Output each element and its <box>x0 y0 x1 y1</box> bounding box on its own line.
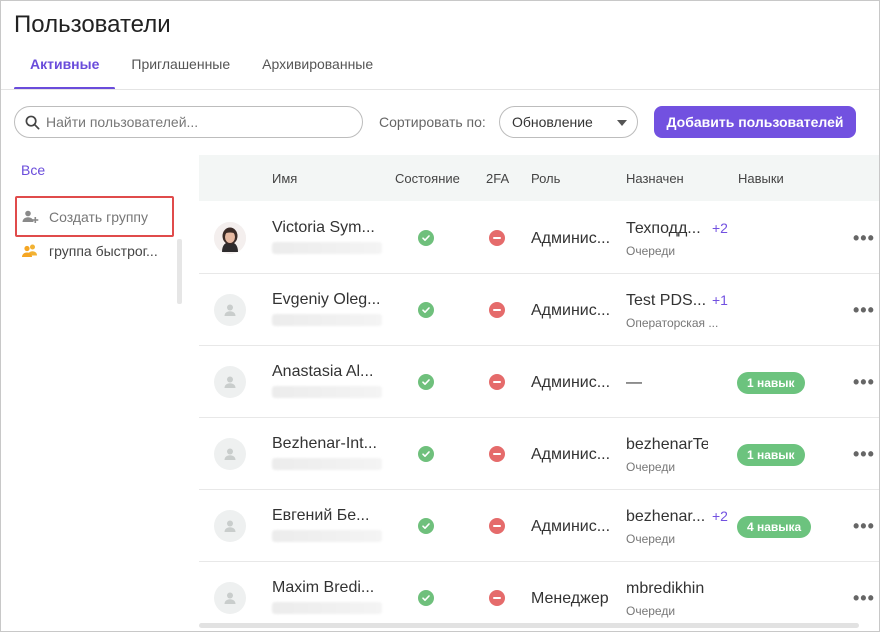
create-group-button[interactable]: Создать группу <box>21 206 148 228</box>
app-window: Пользователи Активные Приглашенные Архив… <box>0 0 880 632</box>
avatar <box>214 510 246 542</box>
user-role: Админис... <box>531 374 611 391</box>
minus-circle-icon <box>489 230 505 246</box>
user-email-redacted <box>272 386 382 398</box>
sidebar-scrollbar[interactable] <box>177 239 182 304</box>
user-name[interactable]: Bezhenar-Int... <box>272 435 382 453</box>
tab-active[interactable]: Активные <box>14 56 116 90</box>
assigned-value: bezhenarTe... <box>626 436 708 453</box>
check-circle-icon <box>418 590 434 606</box>
check-circle-icon <box>418 374 434 390</box>
avatar <box>214 222 246 254</box>
assigned-subtitle: Очереди <box>626 460 676 474</box>
create-group-label: Создать группу <box>49 209 148 225</box>
sidebar-item-all[interactable]: Все <box>21 162 45 178</box>
search-input[interactable] <box>46 114 346 130</box>
user-name[interactable]: Evgeniy Oleg... <box>272 291 382 309</box>
more-horizontal-icon[interactable]: ••• <box>853 228 875 249</box>
table-row[interactable]: Bezhenar-Int... Админис... bezhenarTe... Оч… <box>199 418 879 490</box>
chevron-down-icon <box>617 120 627 126</box>
assigned-more-badge[interactable]: +2 <box>712 220 728 236</box>
avatar <box>214 294 246 326</box>
sort-select[interactable]: Обновление <box>499 106 638 138</box>
user-email-redacted <box>272 530 382 542</box>
tab-archived[interactable]: Архивированные <box>246 56 389 90</box>
assigned-subtitle: Очереди <box>626 244 676 258</box>
minus-circle-icon <box>489 446 505 462</box>
table-row[interactable]: Victoria Sym... Админис... Техподд... +2 Оче… <box>199 202 879 274</box>
skills-badge[interactable]: 1 навык <box>737 372 805 394</box>
user-name[interactable]: Евгений Бе... <box>272 507 382 525</box>
assigned-value: mbredikhin ... <box>626 580 708 597</box>
assigned-subtitle: Очереди <box>626 532 676 546</box>
check-circle-icon <box>418 446 434 462</box>
skills-badge[interactable]: 1 навык <box>737 444 805 466</box>
avatar <box>214 366 246 398</box>
check-circle-icon <box>418 518 434 534</box>
more-horizontal-icon[interactable]: ••• <box>853 300 875 321</box>
check-circle-icon <box>418 230 434 246</box>
more-horizontal-icon[interactable]: ••• <box>853 372 875 393</box>
group-icon <box>22 244 37 257</box>
tabs-divider <box>1 89 879 90</box>
check-circle-icon <box>418 302 434 318</box>
group-add-icon <box>22 210 39 223</box>
minus-circle-icon <box>489 518 505 534</box>
user-name[interactable]: Victoria Sym... <box>272 219 382 237</box>
avatar <box>214 438 246 470</box>
page-title: Пользователи <box>14 11 171 38</box>
table-row[interactable]: Maxim Bredi... Менеджер mbredikhin ... Очер… <box>199 562 879 631</box>
assigned-value: Техподд... <box>626 220 701 237</box>
table-scrollbar[interactable] <box>199 623 859 628</box>
minus-circle-icon <box>489 302 505 318</box>
column-header-skills[interactable]: Навыки <box>738 171 784 186</box>
avatar <box>214 582 246 614</box>
table-row[interactable]: Anastasia Al... Админис... — 1 навык ••• <box>199 346 879 418</box>
sort-label: Сортировать по: <box>379 114 486 130</box>
user-role: Менеджер <box>531 590 609 607</box>
more-horizontal-icon[interactable]: ••• <box>853 516 875 537</box>
sidebar-group-item[interactable]: группа быстрог... <box>21 240 158 262</box>
user-email-redacted <box>272 458 382 470</box>
table-row[interactable]: Evgeniy Oleg... Админис... Test PDS... +1 Оп… <box>199 274 879 346</box>
user-name[interactable]: Maxim Bredi... <box>272 579 382 597</box>
column-header-assigned[interactable]: Назначен <box>626 171 684 186</box>
assigned-value: Test PDS... <box>626 292 707 309</box>
assigned-value: — <box>626 374 642 391</box>
minus-circle-icon <box>489 374 505 390</box>
assigned-value: bezhenar... <box>626 508 706 525</box>
column-header-2fa[interactable]: 2FA <box>486 171 509 186</box>
assigned-more-badge[interactable]: +1 <box>712 292 728 308</box>
group-label: группа быстрог... <box>49 243 158 259</box>
search-icon <box>25 115 40 129</box>
search-box[interactable] <box>14 106 363 138</box>
sort-value: Обновление <box>512 114 593 130</box>
user-role: Админис... <box>531 230 611 247</box>
column-header-role[interactable]: Роль <box>531 171 560 186</box>
tab-invited[interactable]: Приглашенные <box>115 56 246 90</box>
assigned-more-badge[interactable]: +2 <box>712 508 728 524</box>
user-email-redacted <box>272 602 382 614</box>
minus-circle-icon <box>489 590 505 606</box>
skills-badge[interactable]: 4 навыка <box>737 516 812 538</box>
add-users-button[interactable]: Добавить пользователей <box>654 106 856 138</box>
user-email-redacted <box>272 314 382 326</box>
assigned-subtitle: Операторская ... <box>626 316 719 330</box>
user-role: Админис... <box>531 302 611 319</box>
tab-bar: Активные Приглашенные Архивированные <box>14 56 389 90</box>
more-horizontal-icon[interactable]: ••• <box>853 588 875 609</box>
table-row[interactable]: Евгений Бе... Админис... bezhenar... +2 Очер… <box>199 490 879 562</box>
user-role: Админис... <box>531 518 611 535</box>
assigned-subtitle: Очереди <box>626 604 676 618</box>
user-name[interactable]: Anastasia Al... <box>272 363 382 381</box>
user-role: Админис... <box>531 446 611 463</box>
more-horizontal-icon[interactable]: ••• <box>853 444 875 465</box>
column-header-state[interactable]: Состояние <box>395 171 460 186</box>
user-email-redacted <box>272 242 382 254</box>
column-header-name[interactable]: Имя <box>272 171 297 186</box>
